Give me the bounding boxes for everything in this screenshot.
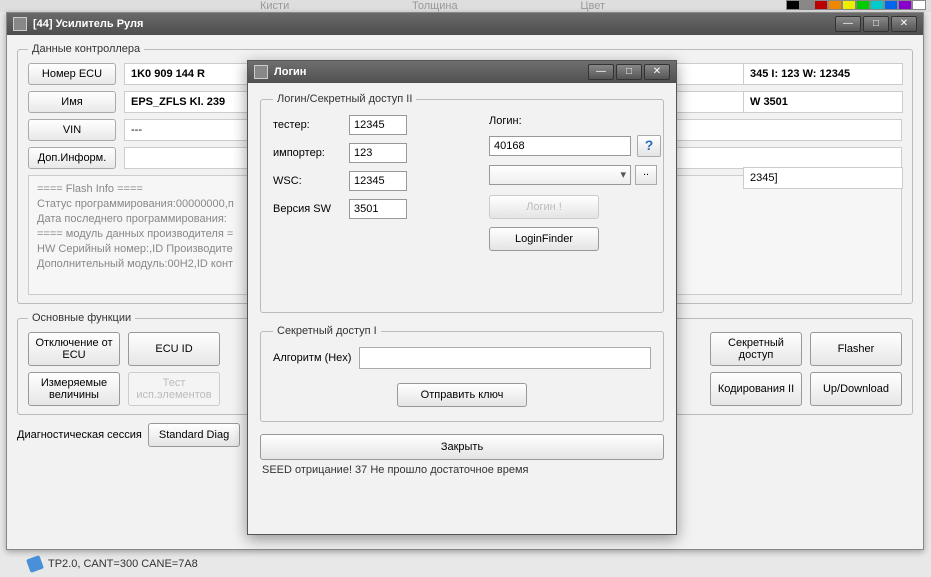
background-toolbar: Кисти Толщина Цвет xyxy=(0,0,931,12)
actuator-test-button: Тест исп.элементов xyxy=(128,372,220,406)
status-message: SEED отрицание! 37 Не прошло достаточное… xyxy=(260,460,664,480)
secret-access-i-legend: Секретный доступ I xyxy=(273,325,381,337)
right-values: 345 I: 123 W: 12345 W 3501 2345] xyxy=(743,63,903,195)
login-finder-button[interactable]: LoginFinder xyxy=(489,227,599,251)
minimize-button[interactable]: — xyxy=(835,16,861,32)
bg-label: Цвет xyxy=(580,0,605,12)
extra-info-label[interactable]: Доп.Информ. xyxy=(28,147,116,169)
right-val-3: 2345] xyxy=(743,167,903,189)
up-download-button[interactable]: Up/Download xyxy=(810,372,902,406)
window-icon xyxy=(13,17,27,31)
dialog-maximize-button[interactable]: □ xyxy=(616,64,642,80)
main-functions-legend: Основные функции xyxy=(28,312,135,324)
tester-input[interactable] xyxy=(349,115,407,135)
importer-label: импортер: xyxy=(273,147,349,159)
dialog-title: Логин xyxy=(274,66,588,78)
window-title: [44] Усилитель Руля xyxy=(33,18,835,30)
sw-version-label: Версия SW xyxy=(273,203,349,215)
flasher-button[interactable]: Flasher xyxy=(810,332,902,366)
dialog-close-main-button[interactable]: Закрыть xyxy=(260,434,664,460)
right-val-1: 345 I: 123 W: 12345 xyxy=(743,63,903,85)
color-palette xyxy=(786,0,926,10)
controller-data-legend: Данные контроллера xyxy=(28,43,144,55)
dialog-titlebar[interactable]: Логин — □ ✕ xyxy=(248,61,676,83)
dialog-close-button[interactable]: ✕ xyxy=(644,64,670,80)
login-label: Логин: xyxy=(489,115,533,127)
send-key-button[interactable]: Отправить ключ xyxy=(397,383,527,407)
secret-access-i-group: Секретный доступ I Алгоритм (Hex) Отправ… xyxy=(260,325,664,422)
help-button[interactable]: ? xyxy=(637,135,661,157)
dialog-minimize-button[interactable]: — xyxy=(588,64,614,80)
disconnect-ecu-button[interactable]: Отключение от ECU xyxy=(28,332,120,366)
connection-icon xyxy=(26,555,44,573)
login-submit-button: Логин ! xyxy=(489,195,599,219)
footer-status: TP2.0, CANT=300 CANE=7A8 xyxy=(28,557,198,571)
login-group-legend: Логин/Секретный доступ II xyxy=(273,93,416,105)
bg-label: Толщина xyxy=(412,0,458,12)
measured-values-button[interactable]: Измеряемые величины xyxy=(28,372,120,406)
maximize-button[interactable]: □ xyxy=(863,16,889,32)
ecu-id-button[interactable]: ECU ID xyxy=(128,332,220,366)
ecu-number-label[interactable]: Номер ECU xyxy=(28,63,116,85)
dialog-window-icon xyxy=(254,65,268,79)
algorithm-input[interactable] xyxy=(359,347,651,369)
standard-diag-button[interactable]: Standard Diag xyxy=(148,423,240,447)
bg-label: Кисти xyxy=(260,0,289,12)
tester-label: тестер: xyxy=(273,119,349,131)
importer-input[interactable] xyxy=(349,143,407,163)
main-titlebar[interactable]: [44] Усилитель Руля — □ ✕ xyxy=(7,13,923,35)
wsc-input[interactable] xyxy=(349,171,407,191)
login-dialog: Логин — □ ✕ Логин/Секретный доступ II те… xyxy=(247,60,677,535)
sw-version-input[interactable] xyxy=(349,199,407,219)
name-label[interactable]: Имя xyxy=(28,91,116,113)
coding-ii-button[interactable]: Кодирования II xyxy=(710,372,802,406)
secret-access-button[interactable]: Секретный доступ xyxy=(710,332,802,366)
footer-text: TP2.0, CANT=300 CANE=7A8 xyxy=(48,558,198,570)
right-val-2: W 3501 xyxy=(743,91,903,113)
vin-label[interactable]: VIN xyxy=(28,119,116,141)
login-code-input[interactable] xyxy=(489,136,631,156)
diag-session-label: Диагностическая сессия xyxy=(17,429,142,441)
browse-button[interactable]: .. xyxy=(635,165,657,185)
login-secret-access-ii-group: Логин/Секретный доступ II тестер: импорт… xyxy=(260,93,664,313)
login-combo[interactable] xyxy=(489,165,631,185)
close-button[interactable]: ✕ xyxy=(891,16,917,32)
wsc-label: WSC: xyxy=(273,175,349,187)
algorithm-label: Алгоритм (Hex) xyxy=(273,352,351,364)
